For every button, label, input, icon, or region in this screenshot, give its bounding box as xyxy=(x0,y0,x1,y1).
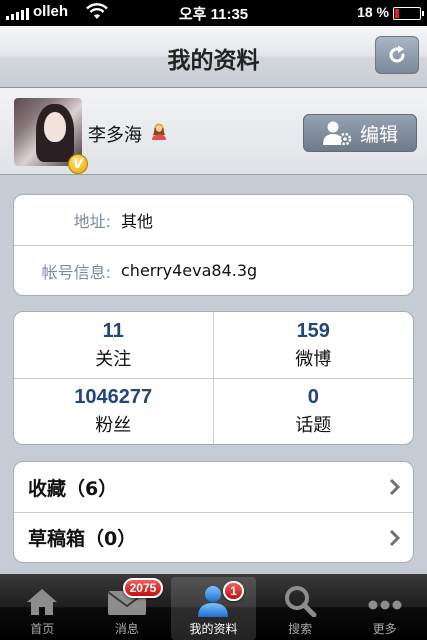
refresh-button[interactable] xyxy=(375,36,419,74)
info-group: 地址: 其他 帐号信息: cherry4eva84.3g xyxy=(13,194,414,296)
stat-count: 11 xyxy=(102,319,124,342)
status-bar: olleh 오후 11:35 18 % xyxy=(0,0,427,26)
info-value: cherry4eva84.3g xyxy=(121,261,258,280)
stat-label: 话题 xyxy=(295,415,332,436)
profile-header: V 李多海 编辑 xyxy=(0,88,427,175)
stats-grid: 11 关注 159 微博 1046277 粉丝 0 话题 xyxy=(13,311,414,445)
stat-weibo[interactable]: 159 微博 xyxy=(214,312,414,378)
stat-label: 关注 xyxy=(95,348,132,370)
battery-percent: 18 % xyxy=(357,4,389,20)
stat-label: 微博 xyxy=(295,348,332,370)
tab-home[interactable]: 首页 xyxy=(0,574,85,640)
tab-label: 消息 xyxy=(114,622,139,636)
info-row-address: 地址: 其他 xyxy=(14,195,413,245)
info-row-account: 帐号信息: cherry4eva84.3g xyxy=(14,245,413,295)
tab-label: 搜索 xyxy=(288,622,313,636)
tab-more[interactable]: 更多 xyxy=(342,574,427,640)
chevron-right-icon xyxy=(389,529,401,546)
info-label: 地址: xyxy=(73,212,111,231)
stat-followers[interactable]: 1046277 粉丝 xyxy=(14,378,214,444)
edit-profile-button[interactable]: 编辑 xyxy=(303,114,417,152)
profile-content: 地址: 其他 帐号信息: cherry4eva84.3g 11 关注 159 微… xyxy=(0,176,427,574)
links-group: 收藏（6） 草稿箱（0） xyxy=(13,461,414,563)
profile-notification-badge: 1 xyxy=(223,581,244,601)
info-label: 帐号信息: xyxy=(41,262,111,282)
tab-label: 首页 xyxy=(30,622,55,636)
favorites-row[interactable]: 收藏（6） xyxy=(14,462,413,512)
stat-count: 159 xyxy=(296,319,330,342)
tab-search[interactable]: 搜索 xyxy=(258,574,343,640)
favorites-label: 收藏（6） xyxy=(28,477,118,500)
refresh-icon xyxy=(389,45,405,63)
tab-my-profile[interactable]: 我的资料 1 xyxy=(171,577,256,640)
drafts-label: 草稿箱（0） xyxy=(28,528,137,550)
search-icon xyxy=(285,586,317,617)
stat-topics[interactable]: 0 话题 xyxy=(213,378,413,444)
message-count-badge: 2075 xyxy=(122,578,164,598)
stat-label: 粉丝 xyxy=(95,415,132,436)
drafts-row[interactable]: 草稿箱（0） xyxy=(14,512,413,562)
stat-count: 0 xyxy=(307,386,319,408)
battery-icon xyxy=(393,7,424,20)
info-value: 其他 xyxy=(121,212,154,231)
user-name: 李多海 xyxy=(88,125,142,146)
stat-count: 1046277 xyxy=(74,386,153,408)
stat-following[interactable]: 11 关注 xyxy=(14,312,214,378)
chevron-right-icon xyxy=(389,478,401,496)
tab-messages[interactable]: 消息 2075 xyxy=(85,574,170,640)
tab-label: 我的资料 xyxy=(189,622,238,636)
tab-label: 更多 xyxy=(372,622,397,636)
home-icon xyxy=(27,589,58,615)
tab-bar: 首页 消息 2075 我的资料 1 搜索 更多 xyxy=(0,574,427,640)
more-icon xyxy=(368,600,402,610)
page-title: 我的资料 xyxy=(167,48,260,74)
navigation-bar: 我的资料 xyxy=(0,26,427,88)
vip-badge-icon: V xyxy=(68,154,88,174)
female-user-icon xyxy=(152,123,166,140)
edit-label: 编辑 xyxy=(359,123,398,146)
user-settings-icon xyxy=(322,121,352,146)
